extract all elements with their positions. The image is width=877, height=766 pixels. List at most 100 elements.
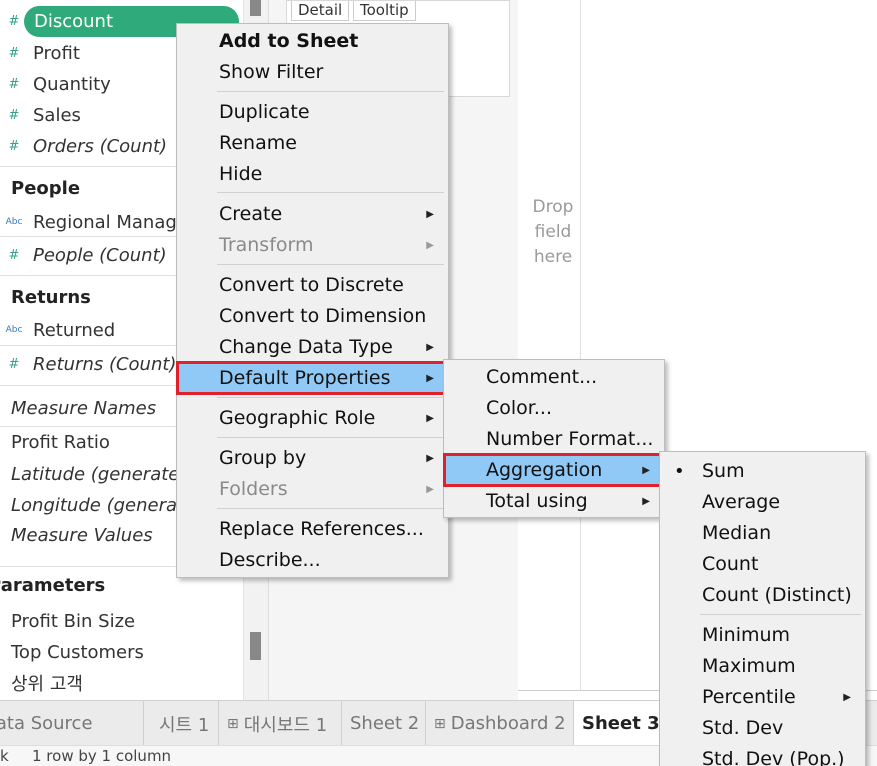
- menu-geographic-role[interactable]: Geographic Role ▶: [177, 403, 448, 433]
- menu-change-data-type[interactable]: Change Data Type ▶: [177, 332, 448, 362]
- menu-label: Aggregation: [486, 459, 603, 481]
- param-korean-top-customers[interactable]: 상위 고객: [11, 669, 83, 697]
- tab-sheet2[interactable]: Sheet 2: [342, 701, 426, 746]
- field-profit-ratio[interactable]: Profit Ratio: [11, 428, 110, 456]
- menu-label: Change Data Type: [219, 336, 393, 358]
- tab-label: 대시보드 1: [243, 714, 328, 736]
- field-label: Profit Ratio: [11, 431, 110, 453]
- menu-create[interactable]: Create ▶: [177, 199, 448, 229]
- number-icon: #: [8, 13, 20, 29]
- menu-agg-count[interactable]: Count: [660, 549, 865, 579]
- param-label: 상위 고객: [11, 674, 83, 695]
- field-label: Sales: [33, 104, 81, 126]
- menu-default-properties[interactable]: Default Properties ▶: [176, 361, 449, 395]
- field-latitude[interactable]: Latitude (generated): [11, 460, 198, 488]
- menu-separator: [217, 264, 444, 265]
- param-profit-bin-size[interactable]: Profit Bin Size: [11, 607, 135, 635]
- field-profit[interactable]: # Profit: [0, 39, 80, 67]
- menu-convert-to-discrete[interactable]: Convert to Discrete: [177, 270, 448, 300]
- menu-label: Geographic Role: [219, 407, 376, 429]
- field-context-menu: Add to Sheet Show Filter Duplicate Renam…: [176, 23, 449, 578]
- field-returned[interactable]: Abc Returned: [0, 316, 116, 344]
- menu-label: Folders: [219, 478, 288, 500]
- field-orders-count[interactable]: # Orders (Count): [0, 132, 168, 160]
- tab-label: Dashboard 2: [450, 713, 566, 734]
- menu-add-to-sheet[interactable]: Add to Sheet: [177, 26, 448, 56]
- field-label: Latitude (generated): [11, 463, 198, 485]
- menu-agg-percentile[interactable]: Percentile ▶: [660, 682, 865, 712]
- field-quantity[interactable]: # Quantity: [0, 70, 111, 98]
- dashboard-icon: ⊞: [434, 715, 446, 732]
- canvas-divider: [580, 0, 581, 690]
- menu-separator: [217, 192, 444, 193]
- menu-agg-count-distinct[interactable]: Count (Distinct): [660, 580, 865, 610]
- menu-describe[interactable]: Describe...: [177, 545, 448, 575]
- scrollbar-thumb[interactable]: [250, 0, 261, 16]
- menu-agg-median[interactable]: Median: [660, 518, 865, 548]
- menu-hide[interactable]: Hide: [177, 159, 448, 189]
- field-people-count[interactable]: # People (Count): [0, 241, 167, 269]
- submenu-arrow-icon: ▶: [426, 341, 434, 353]
- field-measure-values[interactable]: Measure Values: [11, 521, 153, 549]
- submenu-arrow-icon: ▶: [642, 464, 650, 476]
- menu-agg-std-dev[interactable]: Std. Dev: [660, 713, 865, 743]
- menu-aggregation[interactable]: Aggregation ▶: [443, 453, 665, 487]
- number-icon: #: [8, 45, 20, 61]
- number-icon: #: [8, 138, 20, 154]
- scrollbar-thumb[interactable]: [250, 632, 261, 660]
- submenu-arrow-icon: ▶: [843, 691, 851, 703]
- menu-color[interactable]: Color...: [444, 393, 664, 423]
- tab-sheet3[interactable]: Sheet 3: [574, 701, 660, 746]
- field-sales[interactable]: # Sales: [0, 101, 81, 129]
- drop-hint-line: field: [534, 222, 572, 242]
- menu-rename[interactable]: Rename: [177, 128, 448, 158]
- submenu-arrow-icon: ▶: [426, 239, 434, 251]
- string-icon: Abc: [5, 217, 23, 227]
- menu-transform: Transform ▶: [177, 230, 448, 260]
- dashboard-icon: ⊞: [227, 715, 239, 732]
- param-label: Top Customers: [11, 641, 144, 663]
- checked-bullet-icon: •: [674, 460, 685, 482]
- submenu-arrow-icon: ▶: [426, 483, 434, 495]
- menu-number-format[interactable]: Number Format...: [444, 424, 664, 454]
- submenu-arrow-icon: ▶: [426, 452, 434, 464]
- string-icon: Abc: [5, 325, 23, 335]
- marks-tooltip-button[interactable]: Tooltip: [353, 1, 416, 21]
- menu-agg-average[interactable]: Average: [660, 487, 865, 517]
- tab-sheet1[interactable]: 시트 1: [151, 701, 219, 746]
- menu-agg-minimum[interactable]: Minimum: [660, 620, 865, 650]
- menu-label: Create: [219, 203, 283, 225]
- field-measure-names[interactable]: Measure Names: [11, 394, 156, 422]
- menu-label: Sum: [702, 460, 745, 482]
- menu-replace-references[interactable]: Replace References...: [177, 514, 448, 544]
- menu-separator: [217, 437, 444, 438]
- menu-comment[interactable]: Comment...: [444, 362, 664, 392]
- menu-total-using[interactable]: Total using ▶: [444, 486, 664, 516]
- tab-dashboard2[interactable]: ⊞ Dashboard 2: [426, 701, 574, 746]
- field-returns-count[interactable]: # Returns (Count): [0, 350, 177, 378]
- tab-label: Sheet 3: [582, 713, 660, 734]
- tab-label: Data Source: [0, 713, 93, 734]
- menu-agg-std-dev-pop[interactable]: Std. Dev (Pop.): [660, 744, 865, 766]
- drop-field-hint: Drop field here: [527, 195, 579, 270]
- field-label: Returns (Count): [33, 353, 177, 375]
- field-label: Measure Names: [11, 397, 157, 419]
- number-icon: #: [8, 107, 20, 123]
- tab-data-source[interactable]: Data Source: [0, 701, 144, 746]
- param-top-customers[interactable]: Top Customers: [11, 638, 144, 666]
- menu-duplicate[interactable]: Duplicate: [177, 97, 448, 127]
- section-header-returns: Returns: [11, 287, 91, 308]
- marks-detail-button[interactable]: Detail: [291, 1, 350, 21]
- submenu-arrow-icon: ▶: [426, 208, 434, 220]
- menu-agg-maximum[interactable]: Maximum: [660, 651, 865, 681]
- menu-group-by[interactable]: Group by ▶: [177, 443, 448, 473]
- submenu-arrow-icon: ▶: [642, 495, 650, 507]
- menu-agg-sum[interactable]: • Sum: [660, 456, 865, 486]
- menu-convert-to-dimension[interactable]: Convert to Dimension: [177, 301, 448, 331]
- menu-folders: Folders ▶: [177, 474, 448, 504]
- tab-label: 시트 1: [159, 714, 210, 736]
- tab-dashboard1[interactable]: ⊞ 대시보드 1: [219, 701, 342, 746]
- field-regional-manager[interactable]: Abc Regional Manager: [0, 208, 196, 236]
- menu-show-filter[interactable]: Show Filter: [177, 57, 448, 87]
- field-label: Profit: [33, 42, 80, 64]
